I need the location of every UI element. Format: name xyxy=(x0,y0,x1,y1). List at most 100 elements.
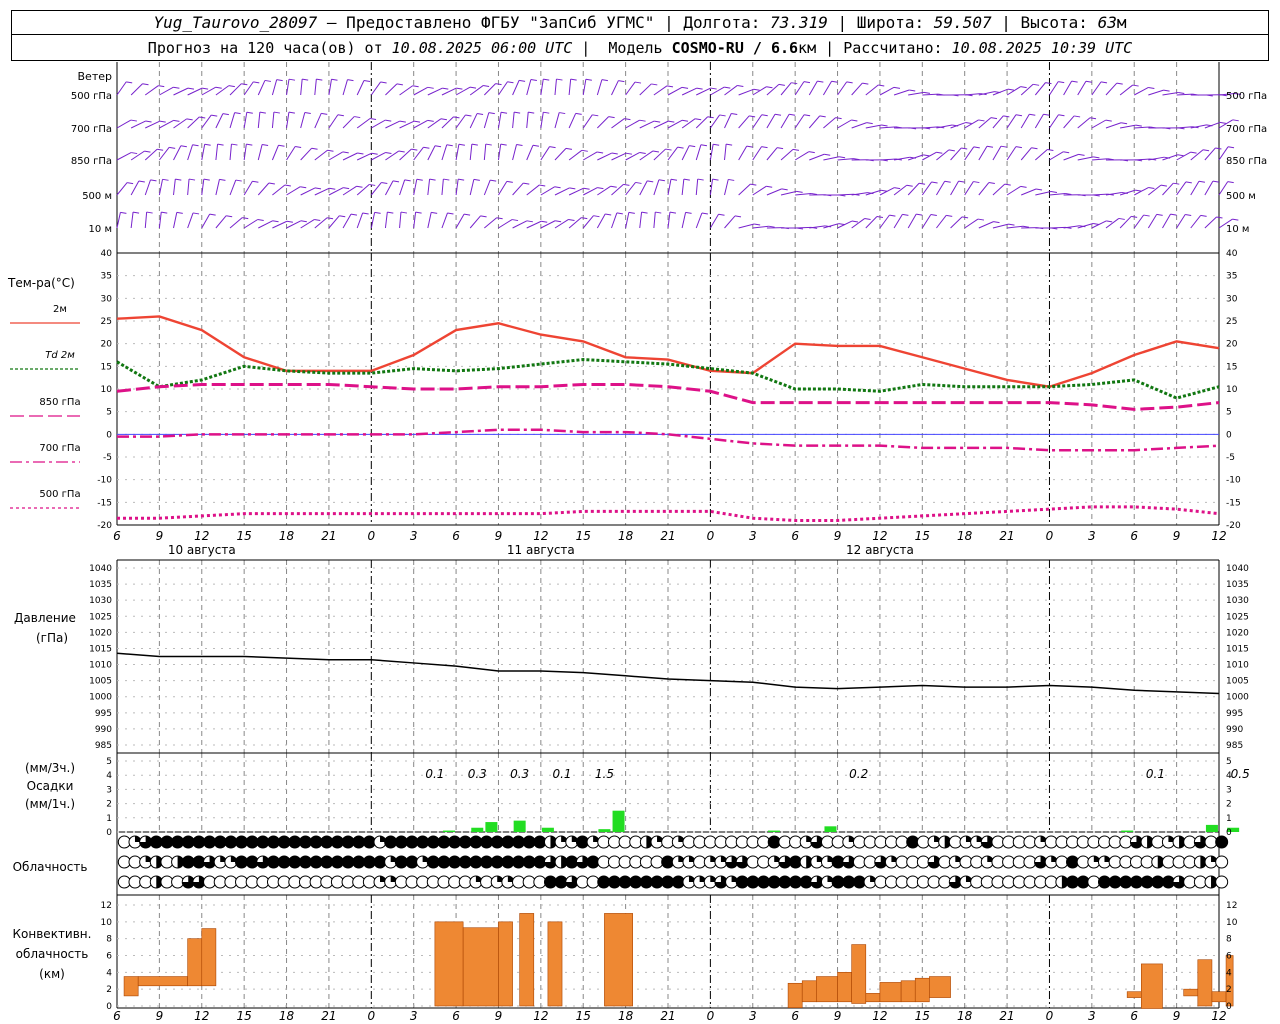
wind-barb-feather xyxy=(144,150,151,153)
temp-x-tick: 9 xyxy=(156,529,164,543)
conv-y-tick: 12 xyxy=(101,901,112,911)
temp-x-tick: 6 xyxy=(791,529,799,543)
wind-barb xyxy=(356,118,371,129)
wind-barb xyxy=(441,212,448,229)
wind-barb xyxy=(498,181,508,196)
wind-barb-feather xyxy=(231,143,238,146)
wind-barb xyxy=(992,223,1009,229)
wind-barb xyxy=(187,179,190,196)
conv-cloud-bar xyxy=(816,976,838,1003)
wind-barb xyxy=(1077,117,1091,129)
wind-barb-feather xyxy=(211,114,218,117)
wind-barb-feather xyxy=(677,146,684,149)
wind-barb-feather xyxy=(808,151,815,154)
wind-barb-feather xyxy=(1148,86,1155,89)
pressure-y-tick: 1030 xyxy=(89,596,112,606)
wind-barb-feather xyxy=(204,143,211,146)
wind-barb-feather xyxy=(962,216,969,219)
wind-barb xyxy=(794,114,805,129)
wind-barb-feather xyxy=(343,187,350,190)
conv-cloud-bar xyxy=(1211,991,1227,1003)
wind-barb xyxy=(1162,91,1179,96)
precip-sum-label: 0.1 xyxy=(1146,767,1165,781)
wind-barb xyxy=(582,215,594,229)
wind-barb xyxy=(809,225,826,229)
wind-barb-feather xyxy=(1065,193,1072,196)
conv-title-2: облачность xyxy=(16,947,89,961)
wind-barb xyxy=(158,212,162,229)
precip-bar xyxy=(513,820,526,832)
wind-barb-feather xyxy=(253,81,260,84)
wind-barb-feather xyxy=(416,178,423,181)
wind-barb xyxy=(653,120,669,129)
wind-barb-feather xyxy=(889,214,896,217)
wind-barb-feather xyxy=(145,120,152,123)
wind-barb xyxy=(116,119,132,129)
wind-barb-feather xyxy=(668,120,675,123)
wind-barb xyxy=(512,144,517,161)
wind-barb-feather xyxy=(228,85,235,88)
wind-barb xyxy=(512,220,528,229)
wind-barb xyxy=(187,212,194,229)
wind-barb xyxy=(752,86,767,96)
wind-barb-feather xyxy=(411,148,418,151)
conv-cloud-bar xyxy=(787,982,803,1008)
precip-sum-label: 0.5 xyxy=(1231,767,1250,781)
temp-y-tick: 20 xyxy=(101,340,113,350)
wind-barb-feather xyxy=(442,87,449,90)
wind-barb xyxy=(1105,191,1122,196)
wind-barb-feather xyxy=(246,143,253,146)
temp-y-tick: 25 xyxy=(101,317,112,327)
wind-barb xyxy=(681,118,696,129)
wind-barb-feather xyxy=(894,187,901,190)
wind-barb-feather xyxy=(217,143,224,146)
wind-level-label-left: 10 м xyxy=(89,224,112,235)
wind-barb-feather xyxy=(1143,214,1150,217)
wind-barb-feather xyxy=(948,149,955,152)
wind-barb-feather xyxy=(625,152,633,155)
wind-barb xyxy=(201,213,211,229)
wind-barb-feather xyxy=(789,113,796,116)
wind-barb-feather xyxy=(902,213,909,216)
wind-barb-feather xyxy=(187,87,195,90)
conv-cloud-bar xyxy=(547,921,563,1007)
wind-barb-feather xyxy=(909,89,916,92)
wind-barb xyxy=(526,79,532,96)
wind-barb-feather xyxy=(1131,215,1138,218)
conv-y-tick: 0 xyxy=(106,1002,112,1012)
wind-barb-feather xyxy=(993,221,1000,224)
wind-barb-feather xyxy=(235,179,242,182)
wind-barb xyxy=(964,119,979,129)
conv-cloud-bar xyxy=(837,972,852,1003)
wind-barb xyxy=(1120,124,1136,129)
wind-barb xyxy=(865,124,882,129)
wind-barb-feather xyxy=(429,178,436,181)
wind-barb xyxy=(385,83,398,96)
wind-barb-feather xyxy=(398,150,405,153)
wind-barb xyxy=(257,112,261,129)
wind-barb-feather xyxy=(1106,220,1113,223)
pressure-y-tick: 1010 xyxy=(89,661,112,671)
wind-barb-feather xyxy=(327,149,334,152)
wind-barb xyxy=(950,216,963,229)
wind-barb xyxy=(724,215,736,229)
wind-barb-feather xyxy=(930,213,937,216)
wind-barb-feather xyxy=(639,151,646,154)
wind-barb-feather xyxy=(610,185,617,188)
conv-cloud-bar xyxy=(201,928,217,987)
wind-barb xyxy=(370,182,382,196)
wind-barb-feather xyxy=(918,182,926,185)
wind-barb xyxy=(851,192,868,196)
wind-barb xyxy=(229,217,243,229)
wind-barb xyxy=(922,93,939,96)
precip-y-tick: 3 xyxy=(106,785,112,795)
wind-barb-feather xyxy=(162,178,169,181)
conv-x-tick: 6 xyxy=(452,1009,460,1023)
wind-barb-feather xyxy=(701,212,708,215)
wind-level-label-right: 10 м xyxy=(1226,224,1249,235)
wind-barb-feather xyxy=(554,186,561,189)
temp-y-tick: -5 xyxy=(103,453,112,463)
wind-barb xyxy=(1077,81,1087,96)
wind-barb-feather xyxy=(958,180,965,183)
wind-barb xyxy=(370,212,376,229)
